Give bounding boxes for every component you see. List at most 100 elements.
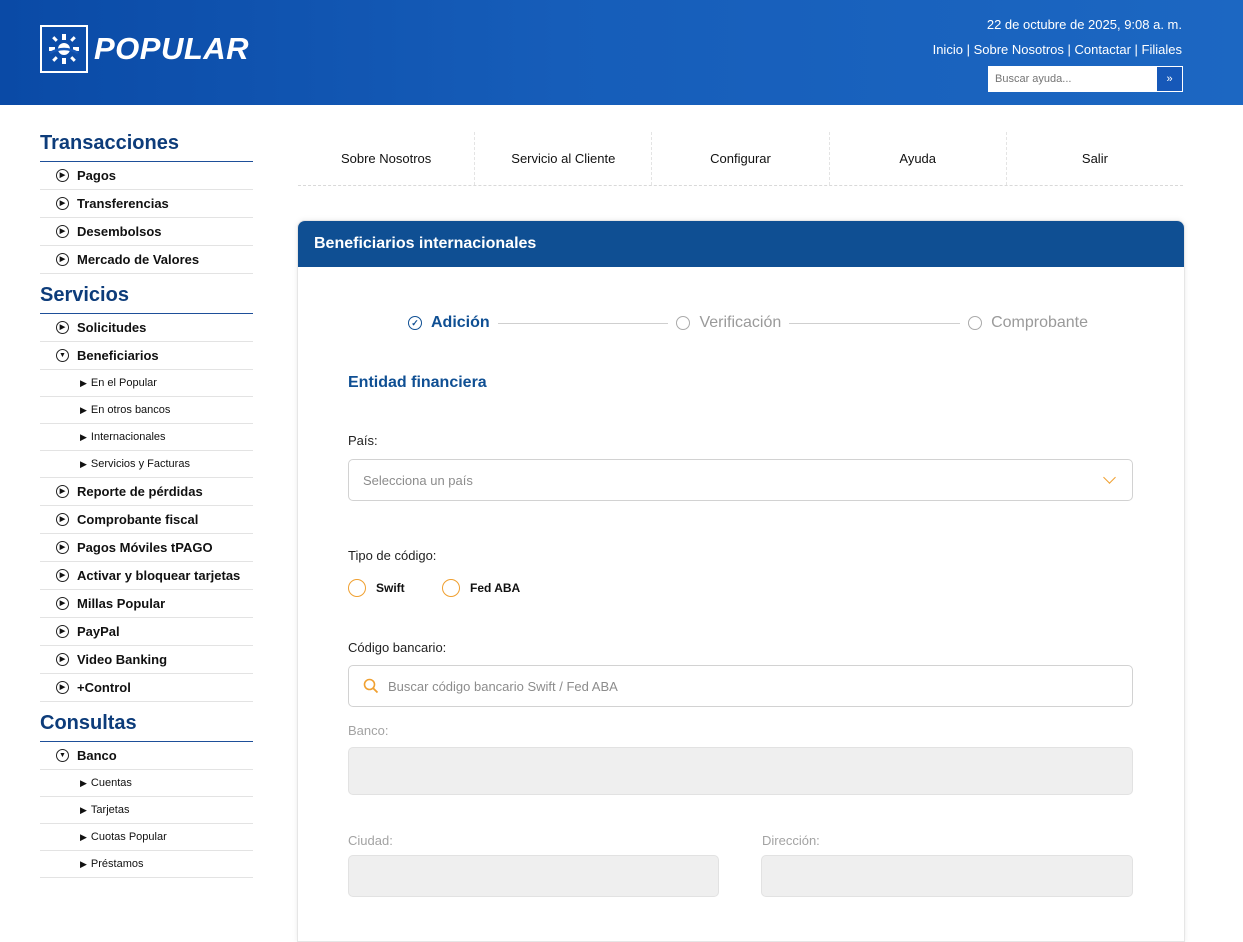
sidebar-item-pagos[interactable]: ▶ Pagos bbox=[40, 162, 253, 190]
topnav-configurar[interactable]: Configurar bbox=[652, 132, 830, 185]
sidebar-item-label: Desembolsos bbox=[77, 224, 162, 239]
sidebar-item-control[interactable]: ▶ +Control bbox=[40, 674, 253, 702]
sidebar-subitem-cuentas[interactable]: ▶ Cuentas bbox=[40, 770, 253, 797]
header-link-separator: | bbox=[1134, 42, 1142, 57]
radio-fed-aba[interactable]: Fed ABA bbox=[442, 579, 520, 597]
sidebar-subitem-en-otros-bancos[interactable]: ▶ En otros bancos bbox=[40, 397, 253, 424]
beneficiary-panel: Beneficiarios internacionales ✓ Adición … bbox=[297, 220, 1185, 942]
header-bar: POPULAR 22 de octubre de 2025, 9:08 a. m… bbox=[0, 0, 1243, 105]
ciudad-label: Ciudad: bbox=[348, 833, 393, 848]
sidebar-item-banco[interactable]: ▼ Banco bbox=[40, 742, 253, 770]
header-link-sobre-nosotros[interactable]: Sobre Nosotros bbox=[974, 42, 1064, 57]
check-circle-icon: ✓ bbox=[408, 316, 422, 330]
sidebar-item-solicitudes[interactable]: ▶ Solicitudes bbox=[40, 314, 253, 342]
pais-select-placeholder: Selecciona un país bbox=[363, 472, 473, 488]
sidebar-subitem-prestamos[interactable]: ▶ Préstamos bbox=[40, 851, 253, 878]
sidebar-item-label: Solicitudes bbox=[77, 320, 147, 335]
header-link-contactar[interactable]: Contactar bbox=[1075, 42, 1131, 57]
circle-play-icon: ▶ bbox=[56, 597, 69, 610]
header-links: Inicio | Sobre Nosotros | Contactar | Fi… bbox=[933, 42, 1182, 57]
help-search-input[interactable] bbox=[988, 66, 1156, 92]
codigo-bancario-search[interactable]: Buscar código bancario Swift / Fed ABA bbox=[348, 665, 1133, 707]
sidebar-item-mercado-de-valores[interactable]: ▶ Mercado de Valores bbox=[40, 246, 253, 274]
direccion-field bbox=[761, 855, 1133, 897]
radio-label: Fed ABA bbox=[470, 581, 521, 595]
topnav-servicio-al-cliente[interactable]: Servicio al Cliente bbox=[475, 132, 653, 185]
circle-play-icon: ▶ bbox=[56, 485, 69, 498]
sidebar-item-comprobante-fiscal[interactable]: ▶ Comprobante fiscal bbox=[40, 506, 253, 534]
header-link-separator: | bbox=[966, 42, 974, 57]
sidebar-subitem-cuotas-popular[interactable]: ▶ Cuotas Popular bbox=[40, 824, 253, 851]
radio-swift[interactable]: Swift bbox=[348, 579, 405, 597]
circle-chevron-down-icon: ▼ bbox=[56, 749, 69, 762]
sidebar-item-label: Comprobante fiscal bbox=[77, 512, 199, 527]
step-adicion: ✓ Adición bbox=[408, 314, 490, 332]
sidebar-item-label: Beneficiarios bbox=[77, 348, 159, 363]
sidebar-item-video-banking[interactable]: ▶ Video Banking bbox=[40, 646, 253, 674]
header-search: » bbox=[988, 66, 1183, 92]
sidebar-subitem-tarjetas[interactable]: ▶ Tarjetas bbox=[40, 797, 253, 824]
sidebar-subitem-en-el-popular[interactable]: ▶ En el Popular bbox=[40, 370, 253, 397]
sidebar-subitem-label: Cuentas bbox=[90, 777, 132, 789]
popular-logo[interactable]: POPULAR bbox=[40, 25, 249, 73]
pais-select[interactable]: Selecciona un país bbox=[348, 459, 1133, 501]
radio-label: Swift bbox=[376, 581, 405, 595]
sidebar-subitem-label: Internacionales bbox=[90, 431, 166, 443]
sidebar-subitem-internacionales[interactable]: ▶ Internacionales bbox=[40, 424, 253, 451]
arrow-right-icon: ▶ bbox=[80, 831, 87, 842]
circle-play-icon: ▶ bbox=[56, 513, 69, 526]
circle-play-icon: ▶ bbox=[56, 169, 69, 182]
sidebar-item-activar-bloquear-tarjetas[interactable]: ▶ Activar y bloquear tarjetas bbox=[40, 562, 253, 590]
step-comprobante: Comprobante bbox=[968, 314, 1088, 332]
sidebar-item-millas-popular[interactable]: ▶ Millas Popular bbox=[40, 590, 253, 618]
panel-title: Beneficiarios internacionales bbox=[298, 221, 1184, 267]
sidebar-item-paypal[interactable]: ▶ PayPal bbox=[40, 618, 253, 646]
sidebar-item-label: Transferencias bbox=[77, 196, 169, 211]
step-label: Adición bbox=[431, 314, 490, 331]
tipo-codigo-label: Tipo de código: bbox=[348, 548, 437, 563]
radio-circle-icon bbox=[348, 579, 366, 597]
header-link-filiales[interactable]: Filiales bbox=[1142, 42, 1182, 57]
sidebar-item-label: Pagos Móviles tPAGO bbox=[77, 540, 213, 555]
sidebar: Transacciones ▶ Pagos ▶ Transferencias ▶ De… bbox=[40, 132, 253, 878]
circle-play-icon: ▶ bbox=[56, 197, 69, 210]
banco-field bbox=[348, 747, 1133, 795]
empty-circle-icon bbox=[676, 316, 691, 330]
sidebar-subitem-label: Servicios y Facturas bbox=[90, 458, 190, 470]
topnav-ayuda[interactable]: Ayuda bbox=[830, 132, 1007, 185]
section-title-transacciones: Transacciones bbox=[40, 132, 253, 162]
step-label: Verificación bbox=[699, 314, 782, 331]
sidebar-subitem-servicios-y-facturas[interactable]: ▶ Servicios y Facturas bbox=[40, 451, 253, 478]
help-search-button[interactable]: » bbox=[1156, 66, 1183, 92]
radio-circle-icon bbox=[442, 579, 460, 597]
sidebar-subitem-label: Préstamos bbox=[90, 858, 144, 870]
circle-play-icon: ▶ bbox=[56, 541, 69, 554]
sidebar-item-label: Millas Popular bbox=[77, 596, 166, 611]
circle-play-icon: ▶ bbox=[56, 681, 69, 694]
sidebar-subitem-label: En el Popular bbox=[90, 377, 157, 389]
circle-play-icon: ▶ bbox=[56, 653, 69, 666]
arrow-right-icon: ▶ bbox=[80, 777, 87, 788]
sidebar-item-label: Video Banking bbox=[77, 652, 168, 667]
popular-logo-icon bbox=[40, 25, 88, 73]
sidebar-item-desembolsos[interactable]: ▶ Desembolsos bbox=[40, 218, 253, 246]
arrow-right-icon: ▶ bbox=[80, 404, 87, 415]
sidebar-item-label: Activar y bloquear tarjetas bbox=[77, 568, 241, 583]
header-link-inicio[interactable]: Inicio bbox=[933, 42, 963, 57]
section-heading-entidad-financiera: Entidad financiera bbox=[348, 374, 487, 391]
topnav-sobre-nosotros[interactable]: Sobre Nosotros bbox=[298, 132, 476, 185]
circle-play-icon: ▶ bbox=[56, 321, 69, 334]
sidebar-item-beneficiarios[interactable]: ▼ Beneficiarios bbox=[40, 342, 253, 370]
sidebar-item-pagos-moviles-tpago[interactable]: ▶ Pagos Móviles tPAGO bbox=[40, 534, 253, 562]
direccion-label: Dirección: bbox=[762, 833, 820, 848]
circle-play-icon: ▶ bbox=[56, 253, 69, 266]
arrow-right-icon: ▶ bbox=[80, 377, 87, 388]
sidebar-item-reporte-de-perdidas[interactable]: ▶ Reporte de pérdidas bbox=[40, 478, 253, 506]
sidebar-item-label: Mercado de Valores bbox=[77, 252, 200, 267]
step-verificacion: Verificación bbox=[676, 314, 781, 332]
sidebar-item-transferencias[interactable]: ▶ Transferencias bbox=[40, 190, 253, 218]
sidebar-subitem-label: Tarjetas bbox=[90, 804, 130, 816]
arrow-right-icon: ▶ bbox=[80, 458, 87, 469]
stepper: ✓ Adición Verificación Comprobante bbox=[408, 311, 1088, 335]
topnav-salir[interactable]: Salir bbox=[1007, 132, 1183, 185]
